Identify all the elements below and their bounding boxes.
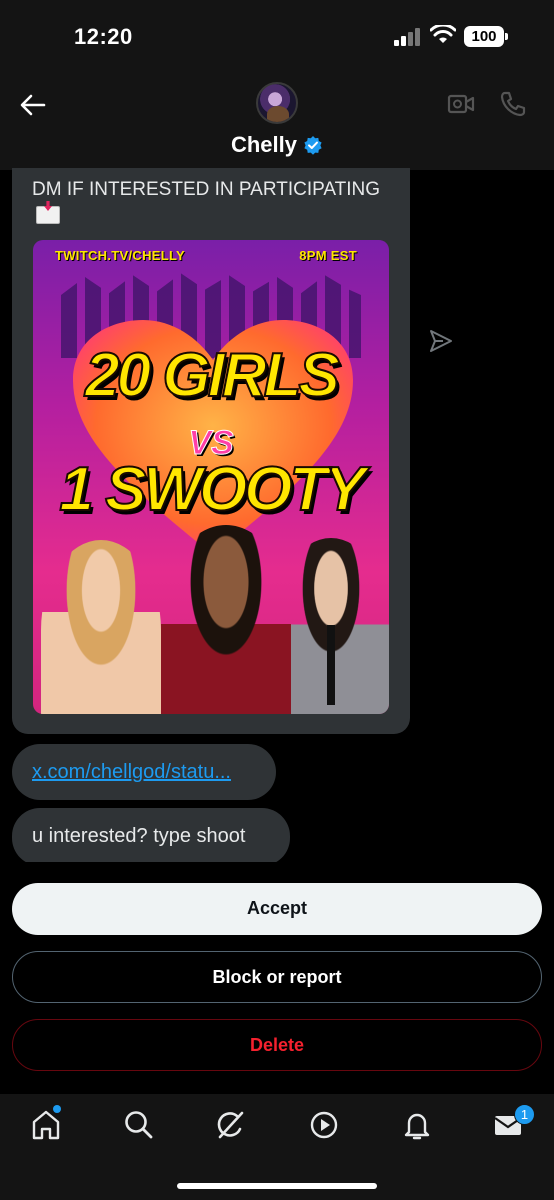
status-time: 12:20: [74, 24, 133, 49]
message-card[interactable]: DM IF INTERESTED IN PARTICIPATING TWITCH…: [12, 168, 410, 734]
poster-headline-1: 20 GIRLS: [84, 340, 341, 411]
grok-icon[interactable]: [214, 1108, 248, 1142]
conversation-header: Chelly: [0, 70, 554, 170]
phone-call-icon[interactable]: [499, 90, 527, 118]
necktie-graphic: [327, 625, 335, 705]
messages-badge: 1: [514, 1104, 535, 1125]
poster-time-text: 8PM EST: [299, 248, 357, 263]
back-arrow-icon[interactable]: [16, 88, 50, 122]
person-photo-left: [41, 540, 161, 714]
home-notification-dot: [53, 1105, 61, 1113]
battery-indicator: 100: [464, 26, 508, 47]
poster-headline-2: 1 SWOOTY: [58, 454, 366, 525]
message-text: u interested? type shoot: [32, 825, 246, 847]
status-bar: 12:20 100: [0, 0, 554, 70]
text-message[interactable]: u interested? type shoot: [12, 808, 290, 866]
person-photo-center: [161, 525, 291, 714]
cellular-signal-icon: [394, 28, 424, 46]
message-link[interactable]: x.com/chellgod/statu...: [32, 761, 231, 784]
link-message[interactable]: x.com/chellgod/statu...: [12, 744, 276, 800]
verified-badge-icon: [304, 136, 322, 155]
share-send-icon[interactable]: [428, 328, 454, 354]
accept-button[interactable]: Accept: [12, 883, 542, 935]
poster-image[interactable]: TWITCH.TV/CHELLY 8PM EST 20 GIRLS VS 1 S…: [33, 240, 389, 714]
poster-channel-text: TWITCH.TV/CHELLY: [55, 248, 185, 263]
play-video-icon[interactable]: [307, 1108, 341, 1142]
envelope-emoji-icon: [36, 206, 60, 224]
message-text: DM IF INTERESTED IN PARTICIPATING: [32, 176, 392, 230]
notifications-bell-icon[interactable]: [400, 1108, 434, 1142]
video-call-icon[interactable]: [447, 92, 475, 116]
wifi-icon: [430, 25, 456, 43]
home-indicator[interactable]: [177, 1183, 377, 1189]
home-icon[interactable]: [29, 1108, 63, 1142]
conversation-title[interactable]: Chelly: [0, 132, 554, 158]
block-or-report-button[interactable]: Block or report: [12, 951, 542, 1003]
avatar[interactable]: [256, 82, 298, 124]
search-icon[interactable]: [122, 1108, 156, 1142]
contact-name: Chelly: [230, 132, 298, 157]
delete-button[interactable]: Delete: [12, 1019, 542, 1071]
